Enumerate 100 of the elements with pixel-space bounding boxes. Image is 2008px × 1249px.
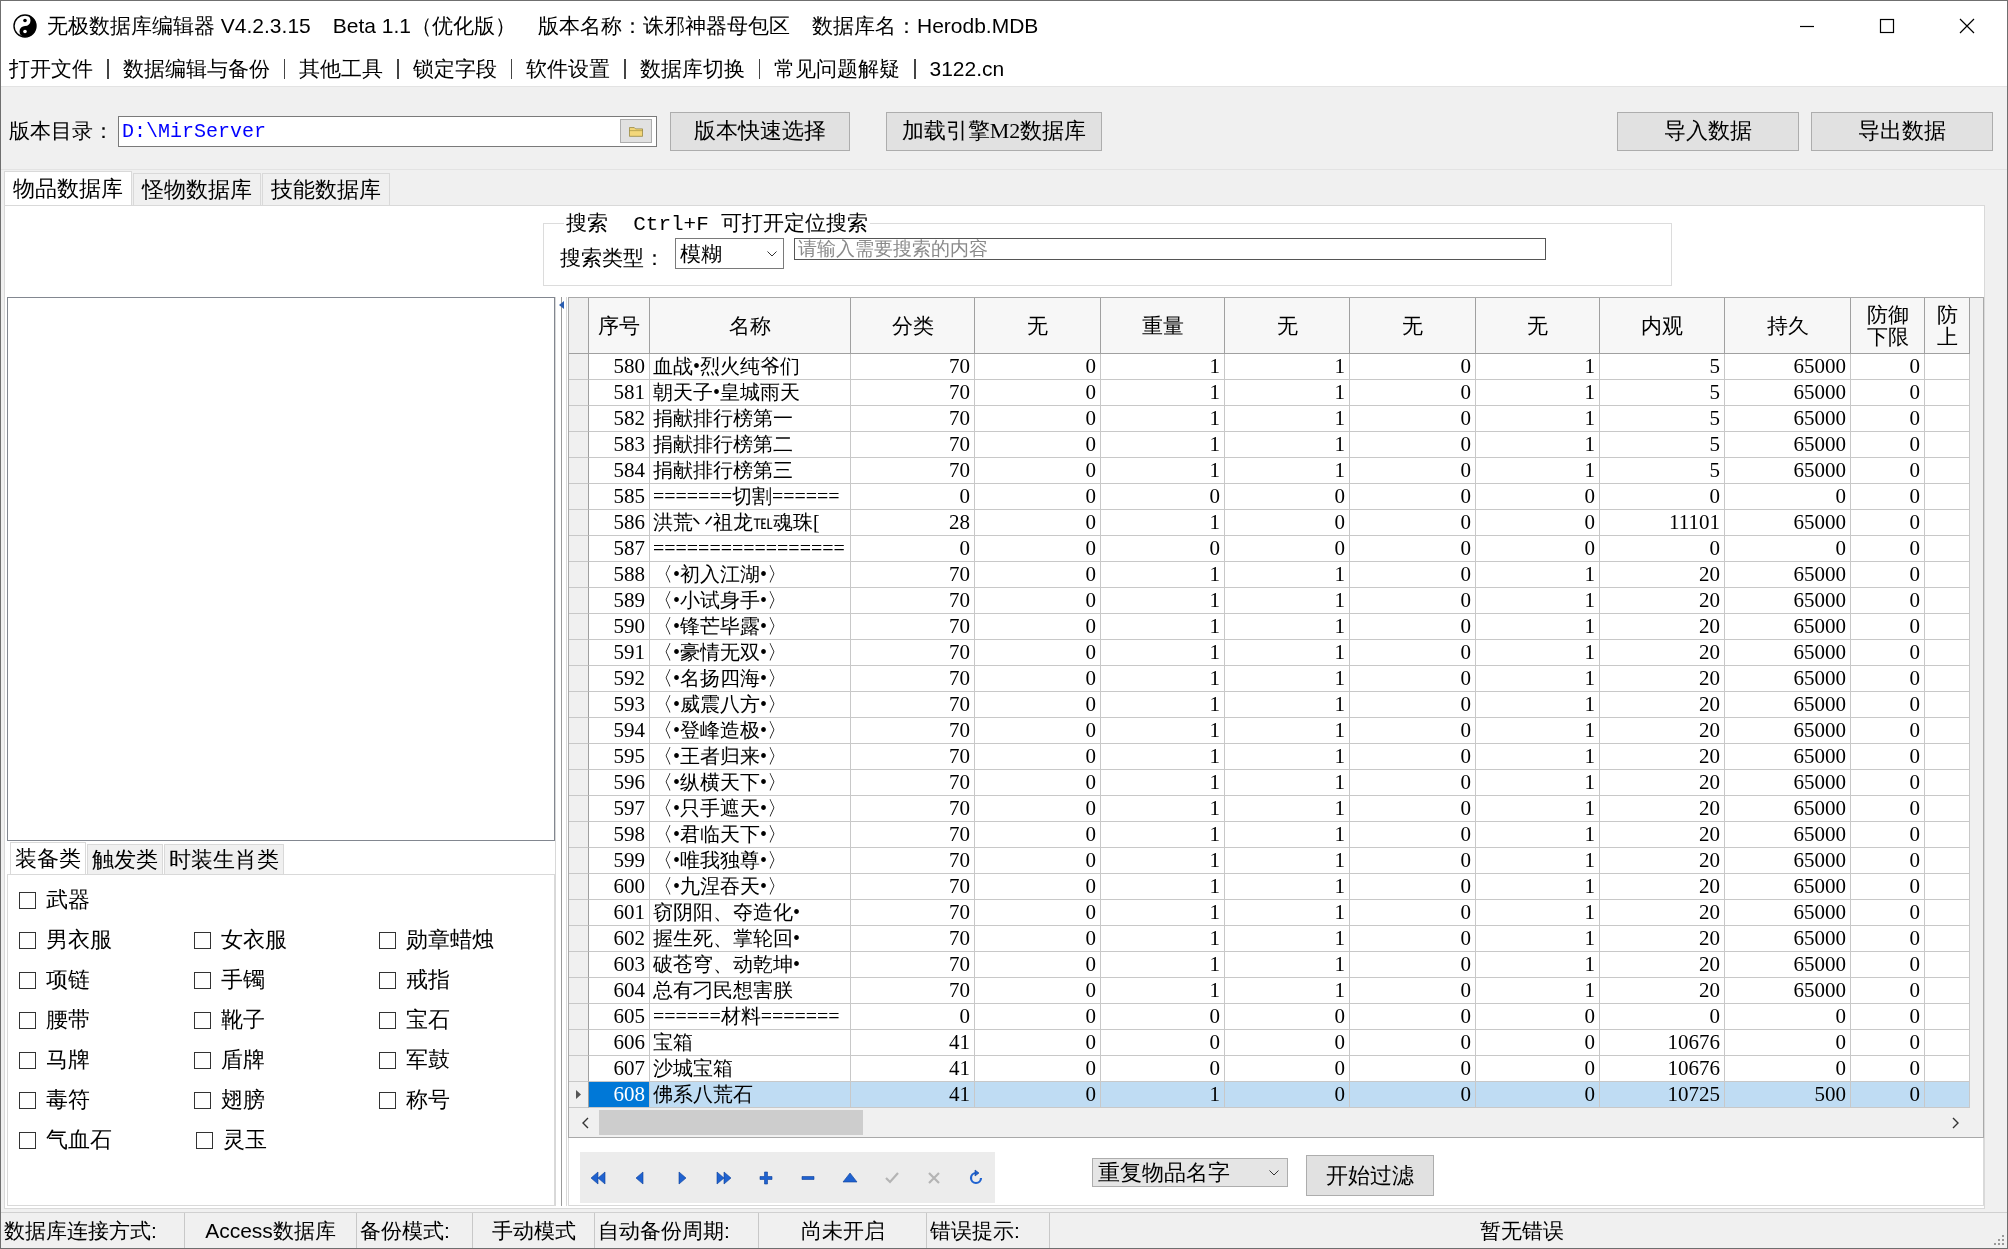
menu-item[interactable]: 其他工具: [299, 54, 383, 83]
checkbox-label[interactable]: 靴子: [221, 1005, 266, 1035]
menu-item[interactable]: 软件设置: [526, 54, 610, 83]
checkbox[interactable]: [19, 1091, 36, 1109]
menu-item[interactable]: 3122.cn: [929, 56, 1005, 81]
checkbox-label[interactable]: 气血石: [46, 1125, 112, 1155]
table-row[interactable]: 586 洪荒丷祖龙℡魂珠[ 28 0 1 0 0 0 11101 65000 0: [569, 510, 1970, 536]
close-icon[interactable]: [1959, 18, 1975, 34]
table-row[interactable]: 597 〈•只手遮天•〉 70 0 1 1 0 1 20 65000 0: [569, 796, 1970, 822]
column-header[interactable]: 无: [1476, 298, 1600, 354]
filter-button[interactable]: 开始过滤: [1306, 1155, 1434, 1196]
table-row[interactable]: 585 =======切割====== 0 0 0 0 0 0 0 0 0: [569, 484, 1970, 510]
checkbox-label[interactable]: 勋章蜡烛: [405, 925, 494, 955]
left-triangle-icon[interactable]: [558, 301, 564, 309]
plus-icon[interactable]: [757, 1168, 775, 1187]
table-row[interactable]: 608 佛系八荒石 41 0 1 0 0 0 10725 500 0: [569, 1082, 1970, 1108]
table-row[interactable]: 593 〈•威震八方•〉 70 0 1 1 0 1 20 65000 0: [569, 692, 1970, 718]
splitter[interactable]: [555, 297, 567, 1206]
resize-grip-icon[interactable]: [1993, 1234, 2005, 1246]
column-header[interactable]: 防御 下限: [1851, 298, 1925, 354]
table-row[interactable]: 589 〈•小试身手•〉 70 0 1 1 0 1 20 65000 0: [569, 588, 1970, 614]
checkbox[interactable]: [378, 1011, 396, 1029]
menu-item[interactable]: 打开文件: [9, 54, 93, 83]
checkbox[interactable]: [196, 1131, 213, 1149]
checkbox-label[interactable]: 男衣服: [46, 925, 112, 955]
checkbox[interactable]: [378, 1091, 396, 1109]
tab[interactable]: 装备类: [10, 842, 86, 874]
refresh-icon[interactable]: [967, 1168, 985, 1187]
tab[interactable]: 时装生肖类: [164, 844, 284, 874]
checkbox-label[interactable]: 戒指: [405, 965, 450, 995]
table-row[interactable]: 603 破苍穹、动乾坤• 70 0 1 1 0 1 20 65000 0: [569, 952, 1970, 978]
column-header[interactable]: 内观: [1600, 298, 1725, 354]
menu-item[interactable]: 锁定字段: [412, 54, 497, 83]
column-header[interactable]: 无: [1350, 298, 1476, 354]
table-row[interactable]: 599 〈•唯我独尊•〉 70 0 1 1 0 1 20 65000 0: [569, 848, 1970, 874]
menu-item[interactable]: 数据编辑与备份: [122, 54, 270, 83]
tab[interactable]: 物品数据库: [4, 171, 132, 205]
table-row[interactable]: 601 窃阴阳、夺造化• 70 0 1 1 0 1 20 65000 0: [569, 900, 1970, 926]
table-row[interactable]: 606 宝箱 41 0 0 0 0 0 10676 0 0: [569, 1030, 1970, 1056]
chevron-right-icon[interactable]: [1952, 1116, 1959, 1129]
table-row[interactable]: 607 沙城宝箱 41 0 0 0 0 0 10676 0 0: [569, 1056, 1970, 1082]
toolbar-button[interactable]: 导出数据: [1811, 111, 1993, 151]
table-row[interactable]: 604 总有刁民想害朕 70 0 1 1 0 1 20 65000 0: [569, 978, 1970, 1004]
checkbox-label[interactable]: 马牌: [46, 1045, 90, 1075]
checkbox-label[interactable]: 翅膀: [221, 1085, 266, 1115]
table-row[interactable]: 598 〈•君临天下•〉 70 0 1 1 0 1 20 65000 0: [569, 822, 1970, 848]
table-row[interactable]: 600 〈•九涅吞天•〉 70 0 1 1 0 1 20 65000 0: [569, 874, 1970, 900]
table-row[interactable]: 605 ======材料======= 0 0 0 0 0 0 0 0 0: [569, 1004, 1970, 1030]
table-row[interactable]: 595 〈•王者归来•〉 70 0 1 1 0 1 20 65000 0: [569, 744, 1970, 770]
checkbox[interactable]: [19, 1051, 36, 1069]
checkbox[interactable]: [19, 971, 36, 989]
table-row[interactable]: 582 捐献排行榜第一 70 0 1 1 0 1 5 65000 0: [569, 406, 1970, 432]
checkbox-label[interactable]: 军鼓: [405, 1045, 450, 1075]
chevron-left-icon[interactable]: [582, 1116, 589, 1129]
search-field[interactable]: 请输入需要搜索的内容: [794, 238, 1546, 260]
column-header[interactable]: 重量: [1101, 298, 1225, 354]
column-header[interactable]: 无: [1225, 298, 1350, 354]
checkbox-label[interactable]: 盾牌: [221, 1045, 266, 1075]
table-row[interactable]: 584 捐献排行榜第三 70 0 1 1 0 1 5 65000 0: [569, 458, 1970, 484]
tab[interactable]: 怪物数据库: [133, 173, 261, 205]
checkbox[interactable]: [19, 1011, 36, 1029]
checkbox[interactable]: [19, 1131, 36, 1149]
checkbox[interactable]: [194, 931, 212, 949]
checkbox-label[interactable]: 手镯: [221, 965, 266, 995]
column-header[interactable]: 序号: [589, 298, 650, 354]
toolbar-button[interactable]: 版本快速选择: [670, 111, 850, 151]
column-header[interactable]: 无: [975, 298, 1101, 354]
menu-item[interactable]: 常见问题解疑: [774, 54, 900, 83]
column-header[interactable]: 持久: [1725, 298, 1851, 354]
checkbox-label[interactable]: 灵玉: [223, 1125, 267, 1155]
table-row[interactable]: 602 握生死、掌轮回• 70 0 1 1 0 1 20 65000 0: [569, 926, 1970, 952]
table-row[interactable]: 587 ================= 0 0 0 0 0 0 0 0 0: [569, 536, 1970, 562]
checkbox[interactable]: [378, 931, 396, 949]
scrollbar-thumb[interactable]: [599, 1110, 863, 1135]
menu-item[interactable]: 数据库切换: [639, 54, 745, 83]
column-header[interactable]: 名称: [650, 298, 851, 354]
checkbox[interactable]: [194, 1011, 212, 1029]
toolbar-button[interactable]: 加载引擎M2数据库: [886, 111, 1102, 151]
table-row[interactable]: 588 〈•初入江湖•〉 70 0 1 1 0 1 20 65000 0: [569, 562, 1970, 588]
checkbox-label[interactable]: 毒符: [46, 1085, 90, 1115]
path-field[interactable]: D:\MirServer: [118, 115, 657, 147]
checkbox-label[interactable]: 宝石: [405, 1005, 450, 1035]
checkbox-label[interactable]: 女衣服: [221, 925, 288, 955]
checkbox[interactable]: [378, 1051, 396, 1069]
checkbox-label[interactable]: 腰带: [46, 1005, 90, 1035]
table-row[interactable]: 590 〈•锋芒毕露•〉 70 0 1 1 0 1 20 65000 0: [569, 614, 1970, 640]
checkbox-label[interactable]: 称号: [405, 1085, 450, 1115]
table-row[interactable]: 591 〈•豪情无双•〉 70 0 1 1 0 1 20 65000 0: [569, 640, 1970, 666]
toolbar-button[interactable]: 导入数据: [1617, 111, 1799, 151]
checkbox[interactable]: [19, 931, 36, 949]
maximize-icon[interactable]: [1879, 18, 1895, 34]
checkbox[interactable]: [19, 891, 36, 909]
checkbox[interactable]: [378, 971, 396, 989]
checkbox-label[interactable]: 项链: [46, 965, 90, 995]
table-row[interactable]: 581 朝天子•皇城雨天 70 0 1 1 0 1 5 65000 0: [569, 380, 1970, 406]
table-row[interactable]: 594 〈•登峰造极•〉 70 0 1 1 0 1 20 65000 0: [569, 718, 1970, 744]
tab[interactable]: 触发类: [87, 844, 163, 874]
checkbox[interactable]: [194, 1091, 212, 1109]
tab[interactable]: 技能数据库: [262, 173, 390, 205]
table-row[interactable]: 583 捐献排行榜第二 70 0 1 1 0 1 5 65000 0: [569, 432, 1970, 458]
